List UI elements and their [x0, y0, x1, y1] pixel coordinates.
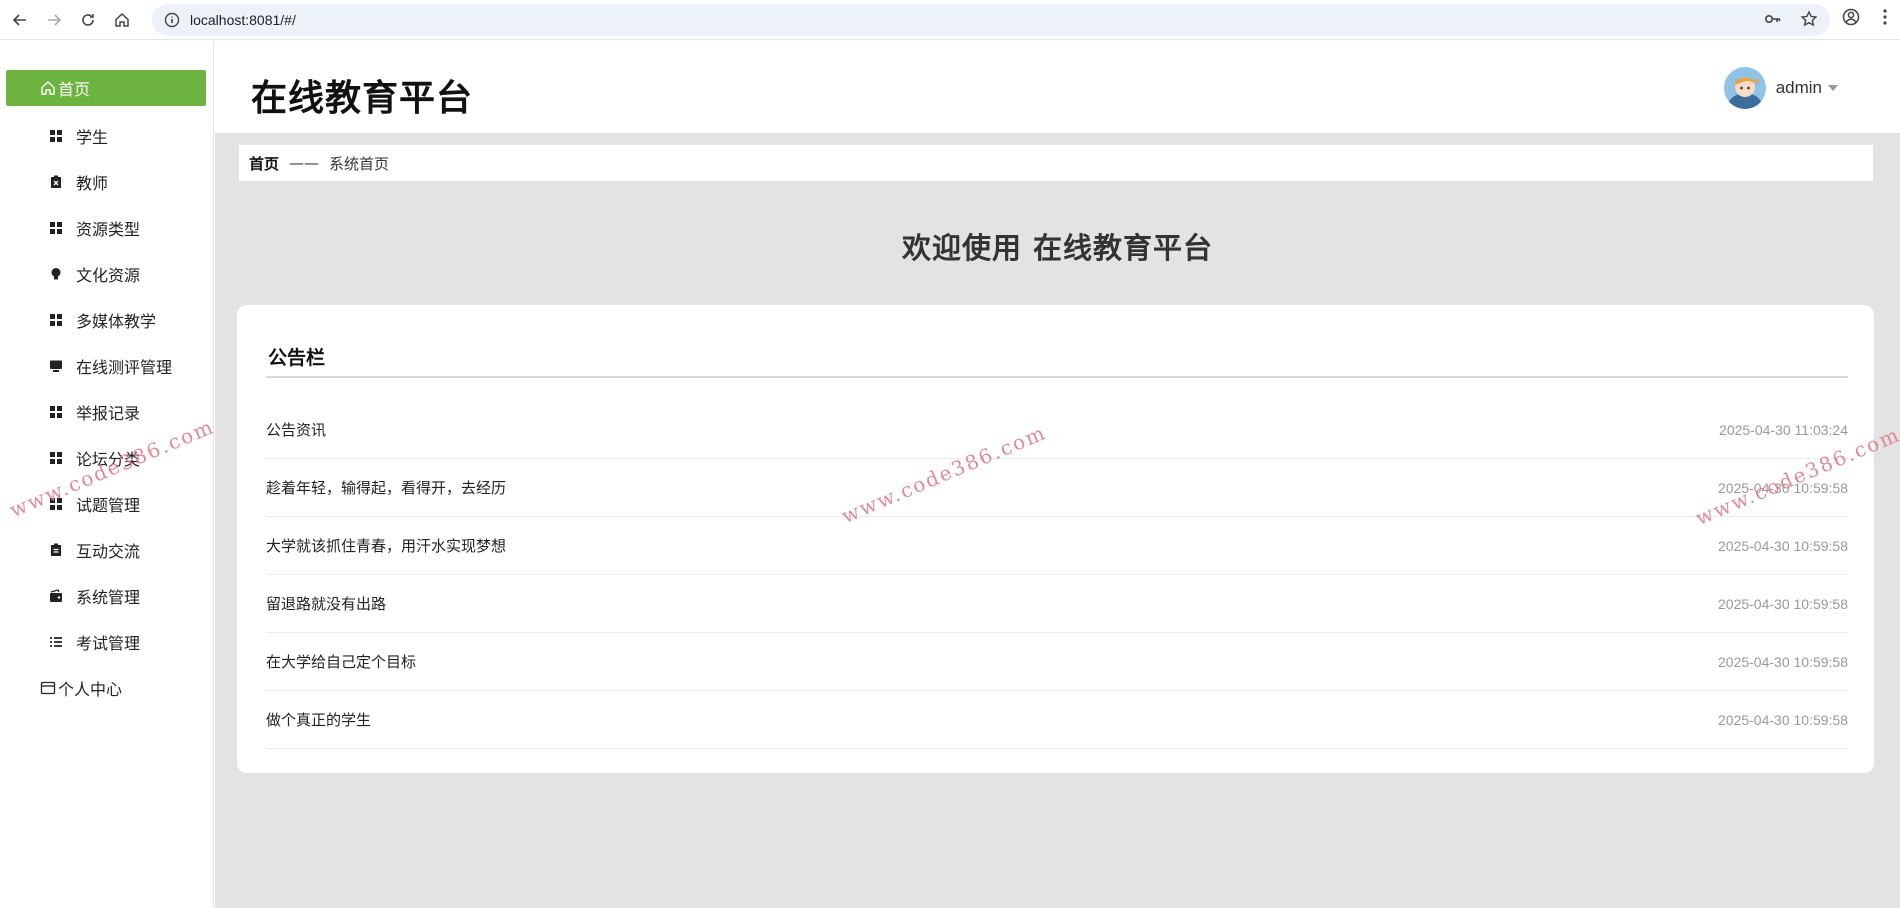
- sidebar-item-label: 个人中心: [58, 680, 123, 699]
- breadcrumb-separator: ——: [289, 154, 320, 172]
- notice-board-title: 公告栏: [268, 347, 326, 369]
- username[interactable]: admin: [1776, 78, 1822, 98]
- sidebar-item-reports[interactable]: 举报记录: [6, 394, 206, 430]
- notice-title[interactable]: 在大学给自己定个目标: [266, 651, 416, 672]
- back-button[interactable]: [6, 6, 34, 34]
- welcome-heading: 欢迎使用 在线教育平台: [901, 231, 1214, 265]
- sidebar-item-label: 多媒体教学: [76, 312, 157, 331]
- sidebar-item-forum-categories[interactable]: 论坛分类: [6, 440, 206, 476]
- sidebar-item-label: 举报记录: [76, 404, 141, 423]
- card-icon: [40, 680, 56, 696]
- sidebar-item-label: 系统管理: [76, 588, 141, 607]
- home-icon: [40, 80, 56, 96]
- sidebar-item-label: 首页: [58, 80, 91, 99]
- sidebar-item-students[interactable]: 学生: [6, 118, 206, 154]
- caret-down-icon[interactable]: [1828, 85, 1838, 91]
- sidebar-item-label: 试题管理: [76, 496, 141, 515]
- breadcrumb: 首页 —— 系统首页: [239, 145, 1873, 181]
- breadcrumb-home[interactable]: 首页: [249, 153, 279, 174]
- address-bar[interactable]: localhost:8081/#/: [152, 4, 1830, 36]
- sidebar-item-label: 资源类型: [76, 220, 141, 239]
- clipboard-icon: [48, 542, 64, 558]
- notice-date: 2025-04-30 10:59:58: [1718, 653, 1848, 670]
- notice-board: 公告栏 公告资讯 2025-04-30 11:03:24 趁着年轻，输得起，看得…: [237, 305, 1874, 773]
- list-item[interactable]: 留退路就没有出路 2025-04-30 10:59:58: [266, 575, 1848, 633]
- sidebar-item-label: 在线测评管理: [76, 358, 173, 377]
- wallet-icon: [48, 588, 64, 604]
- url-text[interactable]: localhost:8081/#/: [190, 12, 296, 28]
- info-icon[interactable]: [164, 12, 180, 28]
- grid-icon: [48, 496, 64, 512]
- grid-icon: [48, 128, 64, 144]
- browser-toolbar: localhost:8081/#/: [0, 0, 1900, 40]
- monitor-icon: [48, 358, 64, 374]
- grid-icon: [48, 404, 64, 420]
- star-icon[interactable]: [1800, 10, 1818, 28]
- arrow-left-icon: [12, 13, 26, 26]
- reload-button[interactable]: [74, 6, 102, 34]
- grid-icon: [48, 312, 64, 328]
- sidebar-item-label: 教师: [76, 174, 109, 193]
- grid-icon: [48, 220, 64, 236]
- notice-title[interactable]: 大学就该抓住青春，用汗水实现梦想: [266, 535, 506, 556]
- lightbulb-icon: [48, 266, 64, 282]
- sidebar: 首页 学生 教师 资源类型 文化资源 多媒体教学 在线测评管理 举报记录 论坛分…: [0, 41, 214, 908]
- sidebar-item-system-management[interactable]: 系统管理: [6, 578, 206, 614]
- list-icon: [48, 634, 64, 650]
- breadcrumb-current: 系统首页: [329, 154, 390, 173]
- sidebar-item-exam-management[interactable]: 考试管理: [6, 624, 206, 660]
- sidebar-item-teachers[interactable]: 教师: [6, 164, 206, 200]
- sidebar-item-personal-center[interactable]: 个人中心: [6, 670, 206, 706]
- sidebar-item-online-assessment[interactable]: 在线测评管理: [6, 348, 206, 384]
- sidebar-item-question-management[interactable]: 试题管理: [6, 486, 206, 522]
- sidebar-item-label: 学生: [76, 128, 109, 147]
- list-item[interactable]: 公告资讯 2025-04-30 11:03:24: [266, 401, 1848, 459]
- list-item[interactable]: 在大学给自己定个目标 2025-04-30 10:59:58: [266, 633, 1848, 691]
- sidebar-item-label: 考试管理: [76, 634, 141, 653]
- sidebar-item-label: 文化资源: [76, 266, 141, 285]
- notice-date: 2025-04-30 10:59:58: [1718, 479, 1848, 496]
- clipboard-x-icon: [48, 174, 64, 190]
- notice-date: 2025-04-30 10:59:58: [1718, 595, 1848, 612]
- profile-icon[interactable]: [1842, 8, 1860, 26]
- divider: [266, 376, 1848, 378]
- home-button[interactable]: [108, 6, 136, 34]
- sidebar-item-resource-types[interactable]: 资源类型: [6, 210, 206, 246]
- sidebar-item-multimedia[interactable]: 多媒体教学: [6, 302, 206, 338]
- avatar[interactable]: [1723, 67, 1766, 109]
- key-icon[interactable]: [1764, 10, 1782, 28]
- notice-date: 2025-04-30 10:59:58: [1718, 711, 1848, 728]
- list-item[interactable]: 大学就该抓住青春，用汗水实现梦想 2025-04-30 10:59:58: [266, 517, 1848, 575]
- notice-title[interactable]: 趁着年轻，输得起，看得开，去经历: [266, 477, 506, 498]
- home-icon: [115, 12, 129, 27]
- main-content: 首页 —— 系统首页 欢迎使用 在线教育平台 公告栏 公告资讯 2025-04-…: [215, 133, 1900, 908]
- notice-title[interactable]: 做个真正的学生: [266, 709, 371, 730]
- user-menu[interactable]: admin: [1723, 67, 1838, 109]
- notice-date: 2025-04-30 10:59:58: [1718, 537, 1848, 554]
- sidebar-item-home[interactable]: 首页: [6, 70, 206, 106]
- sidebar-item-label: 论坛分类: [76, 450, 141, 469]
- reload-icon: [82, 13, 94, 26]
- forward-button[interactable]: [40, 6, 68, 34]
- sidebar-item-label: 互动交流: [76, 542, 141, 561]
- kebab-menu-icon[interactable]: [1882, 8, 1888, 26]
- arrow-right-icon: [48, 13, 62, 26]
- list-item[interactable]: 趁着年轻，输得起，看得开，去经历 2025-04-30 10:59:58: [266, 459, 1848, 517]
- list-item[interactable]: 做个真正的学生 2025-04-30 10:59:58: [266, 691, 1848, 749]
- grid-icon: [48, 450, 64, 466]
- notice-title[interactable]: 公告资讯: [266, 419, 326, 440]
- notice-title[interactable]: 留退路就没有出路: [266, 593, 386, 614]
- app-header: 在线教育平台 admin: [215, 41, 1900, 133]
- sidebar-item-cultural-resources[interactable]: 文化资源: [6, 256, 206, 292]
- site-title: 在线教育平台: [251, 78, 474, 119]
- sidebar-item-interaction[interactable]: 互动交流: [6, 532, 206, 568]
- notice-date: 2025-04-30 11:03:24: [1719, 421, 1848, 438]
